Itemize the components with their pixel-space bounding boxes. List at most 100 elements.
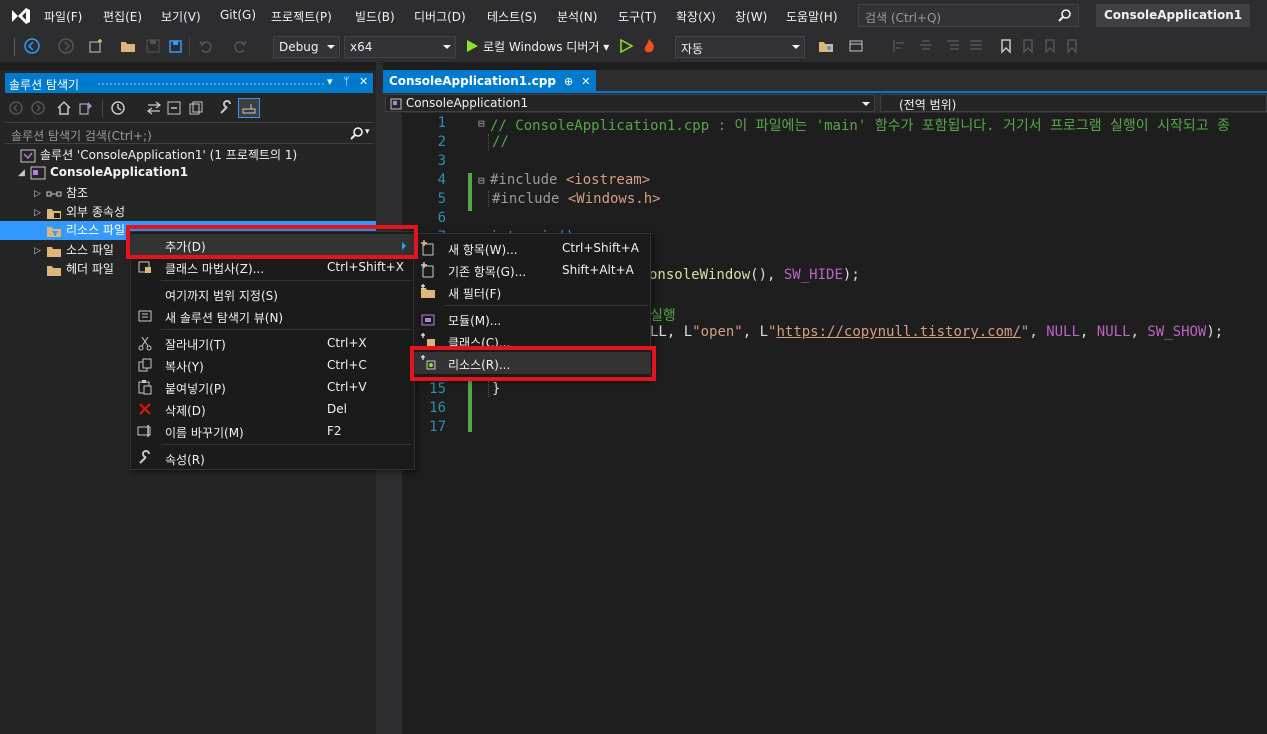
- tree-item-source-files[interactable]: ▷ 소스 파일: [34, 241, 114, 260]
- save-icon[interactable]: [145, 38, 161, 54]
- menu-file[interactable]: 파일(F): [44, 8, 82, 25]
- tree-item-references[interactable]: ▷ 참조: [34, 184, 88, 203]
- collapse-all-icon[interactable]: [166, 100, 182, 116]
- start-without-debugging-icon[interactable]: [618, 38, 634, 54]
- menu-item-label: 새 솔루션 탐색기 뷰(N): [165, 311, 284, 325]
- menu-item-new-explorer-view[interactable]: 새 솔루션 탐색기 뷰(N): [131, 305, 414, 327]
- undo-icon[interactable]: [198, 38, 214, 54]
- auto-select[interactable]: 자동: [675, 36, 805, 58]
- chevron-down-icon[interactable]: ▾: [365, 127, 370, 137]
- menu-extensions[interactable]: 확장(X): [676, 8, 716, 25]
- expanded-arrow-icon[interactable]: ◢: [18, 168, 30, 178]
- menu-item-existing-item[interactable]: 기존 항목(G)... Shift+Alt+A: [414, 259, 650, 281]
- menu-item-scope-to-this[interactable]: 여기까지 범위 지정(S): [131, 283, 414, 305]
- bookmark-icon[interactable]: [998, 38, 1014, 54]
- align-center-icon[interactable]: [918, 38, 934, 54]
- solution-search-input[interactable]: 솔루션 탐색기 검색(Ctrl+;) ▾: [5, 122, 373, 144]
- switch-views-icon[interactable]: [78, 100, 94, 116]
- menu-item-new-item[interactable]: 새 항목(W)... Ctrl+Shift+A: [414, 237, 650, 259]
- menu-item-module[interactable]: 모듈(M)...: [414, 308, 650, 330]
- project-icon: [30, 166, 46, 179]
- pin-icon[interactable]: ᛘ: [343, 75, 350, 88]
- member-scope-value: (전역 범위): [899, 98, 957, 112]
- menu-tools[interactable]: 도구(T): [618, 8, 657, 25]
- next-bookmark-icon[interactable]: [1042, 38, 1058, 54]
- open-folder-icon[interactable]: [120, 38, 136, 54]
- menu-analyze[interactable]: 분석(N): [557, 8, 597, 25]
- menu-item-class[interactable]: 클래스(C)...: [414, 330, 650, 352]
- search-input[interactable]: 검색 (Ctrl+Q): [858, 4, 1079, 27]
- collapsed-arrow-icon[interactable]: ▷: [34, 208, 46, 218]
- menu-item-rename[interactable]: 이름 바꾸기(M) F2: [131, 420, 414, 442]
- menu-test[interactable]: 테스트(S): [487, 8, 537, 25]
- comment-out-icon[interactable]: [945, 38, 961, 54]
- forward-icon[interactable]: [30, 100, 46, 116]
- code-preprocessor: #include: [490, 172, 566, 188]
- pin-tab-icon[interactable]: ⊕: [564, 75, 573, 88]
- align-left-icon[interactable]: [892, 38, 908, 54]
- menu-item-copy[interactable]: 복사(Y) Ctrl+C: [131, 354, 414, 376]
- preview-selected-toggle[interactable]: [238, 98, 260, 118]
- tree-item-header-files[interactable]: 헤더 파일: [46, 260, 114, 279]
- platform-select[interactable]: x64: [344, 36, 456, 58]
- browse-folder-icon[interactable]: [818, 38, 834, 54]
- member-scope-dropdown[interactable]: (전역 범위): [880, 94, 1267, 112]
- menu-item-resource[interactable]: 리소스(R)...: [414, 352, 650, 374]
- prev-bookmark-icon[interactable]: [1020, 38, 1036, 54]
- code-url-link[interactable]: https://copynull.tistory.com/: [776, 324, 1020, 340]
- collapse-region-icon[interactable]: ⊟: [478, 117, 485, 130]
- show-all-files-icon[interactable]: [188, 100, 204, 116]
- menu-git[interactable]: Git(G): [220, 8, 256, 22]
- menu-item-delete[interactable]: 삭제(D) Del: [131, 398, 414, 420]
- menu-help[interactable]: 도움말(H): [786, 8, 838, 25]
- hot-reload-icon[interactable]: [641, 38, 657, 54]
- tree-item-project[interactable]: ◢ ConsoleApplication1: [18, 165, 188, 184]
- start-debugging-icon[interactable]: [464, 38, 480, 54]
- collapse-region-icon[interactable]: ⊟: [478, 174, 485, 187]
- menu-debug[interactable]: 디버그(D): [414, 8, 466, 25]
- new-project-icon[interactable]: [88, 38, 104, 54]
- save-all-icon[interactable]: [167, 38, 183, 54]
- close-icon[interactable]: ✕: [359, 75, 368, 88]
- pending-changes-filter-icon[interactable]: [110, 100, 126, 116]
- forward-icon[interactable]: [58, 38, 74, 54]
- redo-icon[interactable]: [232, 38, 248, 54]
- visual-studio-logo-icon[interactable]: [10, 6, 32, 26]
- back-icon[interactable]: [8, 100, 24, 116]
- code-area[interactable]: ⊟ ⊟ 1 // ConsoleApplication1.cpp : 이 파일에는…: [402, 113, 1267, 734]
- project-scope-dropdown[interactable]: ConsoleApplication1: [385, 94, 875, 112]
- properties-wrench-icon[interactable]: [218, 100, 234, 116]
- window-layout-icon[interactable]: [848, 38, 864, 54]
- collapsed-arrow-icon[interactable]: ▷: [34, 246, 46, 256]
- menu-item-paste[interactable]: 붙여넣기(P) Ctrl+V: [131, 376, 414, 398]
- clear-bookmarks-icon[interactable]: [1064, 38, 1080, 54]
- sync-icon[interactable]: [146, 100, 162, 116]
- code-text: }: [492, 381, 501, 397]
- menu-item-new-filter[interactable]: 새 필터(F): [414, 281, 650, 303]
- menu-window[interactable]: 창(W): [735, 8, 767, 25]
- menu-project[interactable]: 프로젝트(P): [271, 8, 332, 25]
- home-icon[interactable]: [56, 100, 72, 116]
- config-select[interactable]: Debug: [273, 36, 340, 58]
- menu-build[interactable]: 빌드(B): [355, 8, 395, 25]
- menu-edit[interactable]: 편집(E): [103, 8, 142, 25]
- menu-item-class-wizard[interactable]: 클래스 마법사(Z)... Ctrl+Shift+X: [131, 256, 414, 278]
- menu-item-add[interactable]: 추가(D): [131, 234, 414, 256]
- change-indicator: [468, 173, 472, 211]
- close-tab-icon[interactable]: ✕: [581, 75, 590, 88]
- collapsed-arrow-icon[interactable]: ▷: [34, 189, 46, 199]
- tree-item-solution[interactable]: 솔루션 'ConsoleApplication1' (1 프로젝트의 1): [20, 146, 297, 165]
- back-icon[interactable]: [24, 38, 40, 54]
- run-debugger-button[interactable]: 로컬 Windows 디버거 ▾: [483, 38, 609, 55]
- project-icon: [390, 98, 402, 109]
- tab-consoleapplication1-cpp[interactable]: ConsoleApplication1.cpp ⊕ ✕: [383, 70, 597, 93]
- window-options-icon[interactable]: ▾: [327, 75, 333, 88]
- new-filter-icon: [421, 284, 435, 298]
- uncomment-icon[interactable]: [968, 38, 984, 54]
- menu-item-label: 복사(Y): [165, 360, 204, 374]
- menu-item-cut[interactable]: 잘라내기(T) Ctrl+X: [131, 332, 414, 354]
- menu-item-properties[interactable]: 속성(R): [131, 447, 414, 469]
- solution-explorer-titlebar[interactable]: 솔루션 탐색기 ▾ ᛘ ✕: [5, 73, 373, 93]
- tree-item-external-deps[interactable]: ▷ 외부 종속성: [34, 203, 125, 222]
- menu-view[interactable]: 보기(V): [161, 8, 201, 25]
